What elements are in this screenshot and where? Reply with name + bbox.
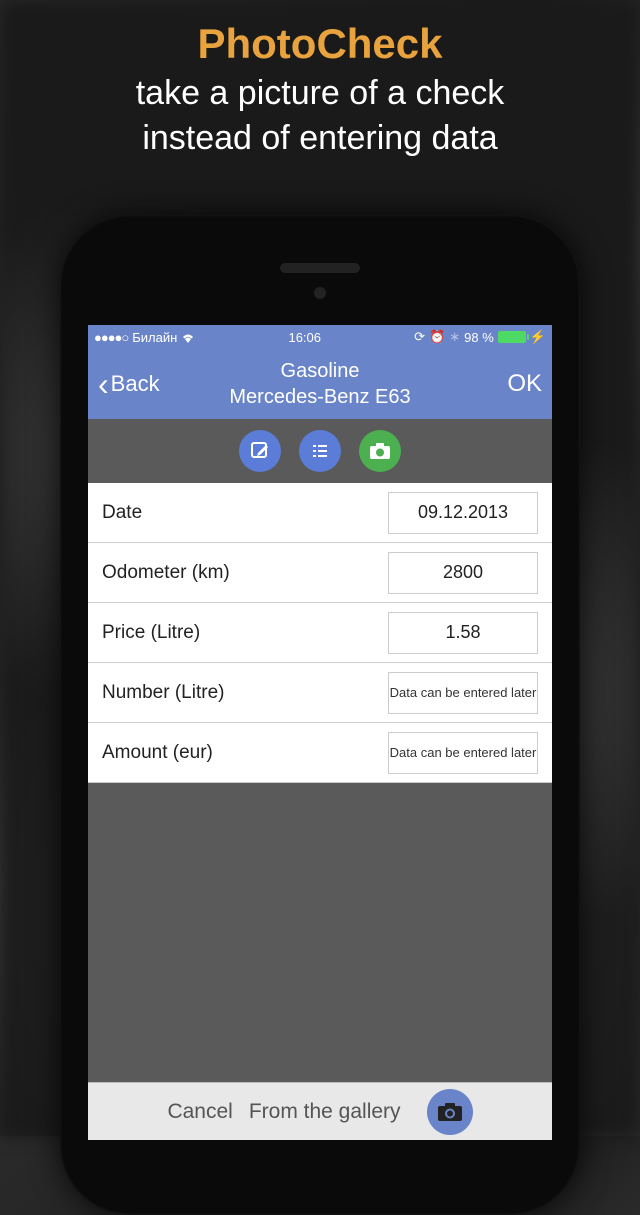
mode-icon-row xyxy=(88,419,552,483)
form-row-date: Date 09.12.2013 xyxy=(88,483,552,543)
bluetooth-icon: ∗ xyxy=(449,329,460,345)
signal-dots-icon: ●●●●○ xyxy=(94,330,128,345)
form-row-amount: Amount (eur) Data can be entered later xyxy=(88,723,552,783)
title-line-2: Mercedes-Benz E63 xyxy=(178,384,462,410)
promo-line-1: take a picture of a check xyxy=(0,74,640,113)
list-mode-button[interactable] xyxy=(299,430,341,472)
number-label: Number (Litre) xyxy=(102,682,224,704)
amount-label: Amount (eur) xyxy=(102,742,213,764)
orientation-lock-icon: ⟳ xyxy=(414,329,425,345)
edit-icon xyxy=(250,441,270,461)
take-photo-button[interactable] xyxy=(427,1089,473,1135)
form-container: Date 09.12.2013 Odometer (km) 2800 Price… xyxy=(88,483,552,783)
back-label: Back xyxy=(111,371,160,397)
title-line-1: Gasoline xyxy=(178,358,462,384)
carrier-label: Билайн xyxy=(132,330,177,345)
battery-percent: 98 % xyxy=(464,330,494,345)
status-bar: ●●●●○ Билайн 16:06 ⟳ ⏰ ∗ 98 % ⚡ xyxy=(88,325,552,349)
status-time: 16:06 xyxy=(288,330,321,345)
odometer-field[interactable]: 2800 xyxy=(388,552,538,594)
back-button[interactable]: ‹ Back xyxy=(98,368,178,400)
camera-mode-button[interactable] xyxy=(359,430,401,472)
form-row-odometer: Odometer (km) 2800 xyxy=(88,543,552,603)
battery-icon xyxy=(498,331,526,343)
navigation-bar: ‹ Back Gasoline Mercedes-Benz E63 OK xyxy=(88,349,552,419)
number-field[interactable]: Data can be entered later xyxy=(388,672,538,714)
list-icon xyxy=(310,441,330,461)
promo-header: PhotoCheck take a picture of a check ins… xyxy=(0,0,640,158)
odometer-label: Odometer (km) xyxy=(102,562,230,584)
bottom-toolbar: Cancel From the gallery xyxy=(88,1082,552,1140)
alarm-icon: ⏰ xyxy=(429,329,445,345)
phone-screen: ●●●●○ Билайн 16:06 ⟳ ⏰ ∗ 98 % ⚡ ‹ Back xyxy=(88,325,552,1140)
page-title: Gasoline Mercedes-Benz E63 xyxy=(178,358,462,410)
wifi-icon xyxy=(181,332,195,343)
date-field[interactable]: 09.12.2013 xyxy=(388,492,538,534)
ok-button[interactable]: OK xyxy=(462,370,542,398)
date-label: Date xyxy=(102,502,142,524)
chevron-left-icon: ‹ xyxy=(98,368,109,400)
amount-field[interactable]: Data can be entered later xyxy=(388,732,538,774)
camera-icon xyxy=(369,442,391,460)
from-gallery-button[interactable]: From the gallery xyxy=(249,1100,401,1124)
form-row-price: Price (Litre) 1.58 xyxy=(88,603,552,663)
phone-frame: ●●●●○ Билайн 16:06 ⟳ ⏰ ∗ 98 % ⚡ ‹ Back xyxy=(60,215,580,1215)
camera-icon xyxy=(437,1102,463,1122)
promo-line-2: instead of entering data xyxy=(0,119,640,158)
edit-mode-button[interactable] xyxy=(239,430,281,472)
price-field[interactable]: 1.58 xyxy=(388,612,538,654)
form-row-number: Number (Litre) Data can be entered later xyxy=(88,663,552,723)
cancel-button[interactable]: Cancel xyxy=(167,1100,232,1124)
charging-icon: ⚡ xyxy=(530,329,546,345)
price-label: Price (Litre) xyxy=(102,622,200,644)
promo-title: PhotoCheck xyxy=(0,20,640,68)
